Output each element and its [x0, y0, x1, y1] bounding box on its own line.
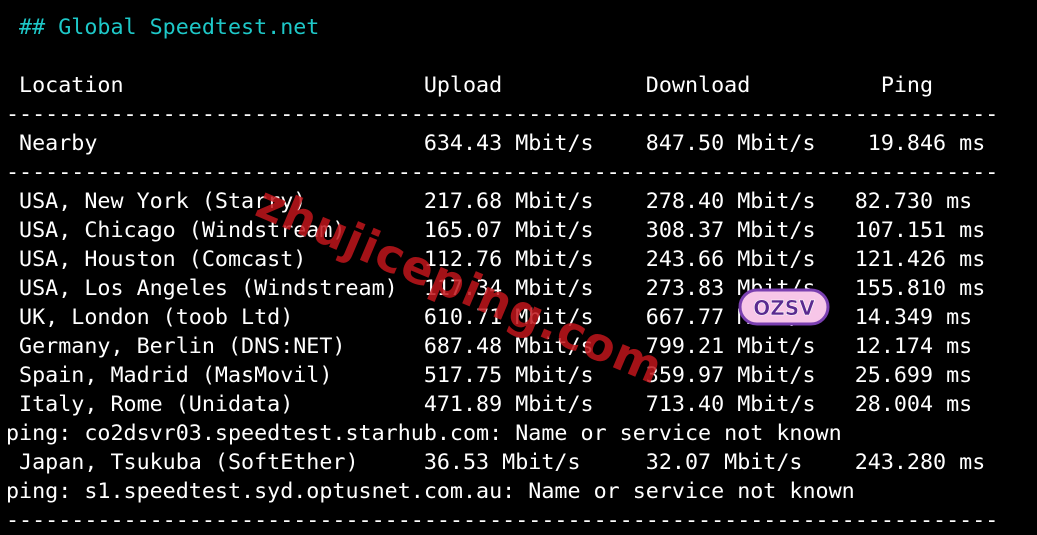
table-row: UK, London (toob Ltd) 610.71 Mbit/s 667.… — [6, 305, 973, 330]
separator-line: ----------------------------------------… — [6, 102, 999, 127]
table-row: USA, New York (Starry) 217.68 Mbit/s 278… — [6, 189, 973, 214]
separator-line: ----------------------------------------… — [6, 508, 999, 533]
terminal-window: ## Global Speedtest.net Location Upload … — [0, 0, 1037, 533]
section-heading: ## Global Speedtest.net — [6, 15, 320, 40]
table-row: USA, Los Angeles (Windstream) 117.34 Mbi… — [6, 276, 986, 301]
table-header: Location Upload Download Ping — [6, 73, 934, 98]
table-row: Nearby 634.43 Mbit/s 847.50 Mbit/s 19.84… — [6, 131, 986, 156]
error-line: ping: s1.speedtest.syd.optusnet.com.au: … — [6, 479, 855, 504]
error-line: ping: co2dsvr03.speedtest.starhub.com: N… — [6, 421, 842, 446]
table-row: Germany, Berlin (DNS:NET) 687.48 Mbit/s … — [6, 334, 973, 359]
table-row: Italy, Rome (Unidata) 471.89 Mbit/s 713.… — [6, 392, 973, 417]
table-row: USA, Houston (Comcast) 112.76 Mbit/s 243… — [6, 247, 986, 272]
table-row: USA, Chicago (Windstream) 165.07 Mbit/s … — [6, 218, 986, 243]
table-row: Japan, Tsukuba (SoftEther) 36.53 Mbit/s … — [6, 450, 986, 475]
table-row: Spain, Madrid (MasMovil) 517.75 Mbit/s 3… — [6, 363, 973, 388]
separator-line: ----------------------------------------… — [6, 160, 999, 185]
